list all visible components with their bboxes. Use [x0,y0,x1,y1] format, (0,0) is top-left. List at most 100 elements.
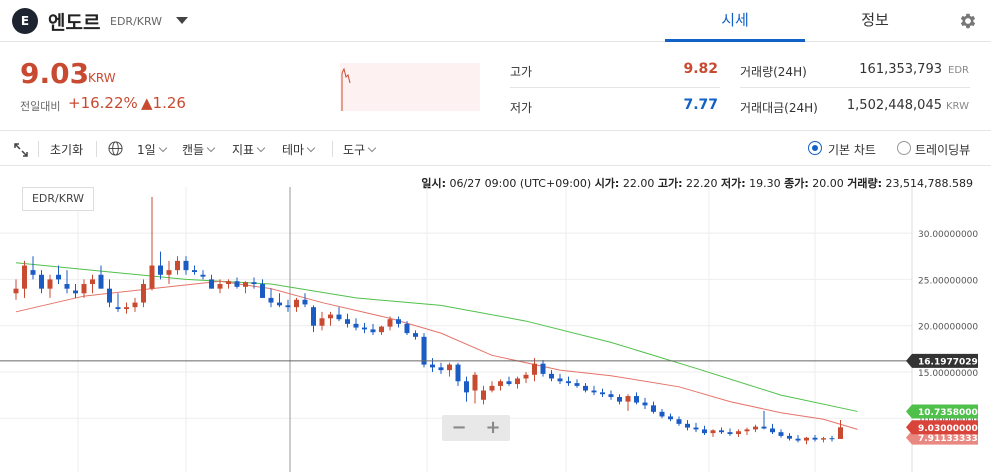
ma-short-line [15,280,858,430]
candle-body [481,390,486,400]
candle-body [608,394,614,397]
price-summary: 9.03 KRW 전일대비 +16.22% ▲1.26 고가 9.82 저가 7… [0,43,991,131]
indicators-select[interactable]: 지표 [232,141,266,158]
interval-label: 1일 [137,143,156,157]
candle-body [778,432,784,436]
candle-body [659,411,665,417]
candle-body [651,405,656,412]
candle-body [124,307,129,310]
candle-body [625,396,631,402]
candle-body [617,397,622,402]
tab-price[interactable]: 시세 [665,0,805,42]
mini-chart-line [341,67,351,111]
candle-body [302,299,308,305]
tradingview-label[interactable]: 트레이딩뷰 [915,141,970,158]
candle-body [319,318,325,326]
chevron-down-icon [158,143,167,153]
chart-pair-label: EDR/KRW [22,187,94,211]
candle-body [175,260,180,271]
price-unit: KRW [88,71,116,85]
coin-name[interactable]: 엔도르 [48,8,100,35]
change-label: 전일대비 [20,100,61,113]
candle-body [404,323,410,334]
theme-select[interactable]: 테마 [282,141,316,158]
candle-body [81,284,87,294]
last-price-tag-label: 9.03000000 [918,424,978,434]
candle-body [73,290,78,294]
candle-body [838,427,843,439]
reset-button[interactable]: 초기화 [50,141,83,158]
candle-body [540,363,546,374]
tools-label: 도구 [343,143,366,157]
candle-body [285,305,291,308]
candle-body [702,429,707,434]
candle-body [761,426,767,429]
zoom-in-button[interactable]: + [476,415,510,441]
candle-body [642,402,648,406]
amount-unit: KRW [946,101,969,112]
candle-body [243,282,248,287]
tradingview-radio[interactable] [897,141,911,155]
candle-body [812,437,818,440]
toolbar-separator [96,141,97,157]
candle-body [523,374,529,379]
candle-body [634,396,639,403]
candle-body [30,270,36,275]
toolbar-separator [332,141,333,157]
coin-pair[interactable]: EDR/KRW [110,15,162,28]
high-label: 고가 [510,65,533,79]
candle-body [736,431,741,435]
theme-label: 테마 [282,143,305,157]
ma-short-value-tag-label: 7.91133333 [918,434,978,444]
candle-body [217,284,223,289]
y-tick-label: 30.00000000 [918,230,978,240]
tab-info[interactable]: 정보 [805,0,945,42]
candle-body [362,327,367,330]
coin-header: E 엔도르 EDR/KRW 시세 정보 [0,0,991,42]
candle-body [200,274,206,277]
candle-body [464,381,469,393]
globe-icon[interactable] [108,141,123,156]
candle-body [829,438,835,440]
low-label: 저가 [510,101,533,115]
candle-body [251,282,257,285]
interval-select[interactable]: 1일 [137,141,167,158]
candle-body [489,385,495,391]
coin-logo-icon: E [12,8,38,34]
tools-select[interactable]: 도구 [343,141,377,158]
candle-body [506,381,512,385]
candle-body [115,307,121,310]
chart-type-select[interactable]: 캔들 [182,141,216,158]
amount-value: 1,502,448,045 [846,98,942,113]
expand-icon[interactable] [14,143,28,157]
low-value: 7.77 [683,97,718,113]
candle-body [472,374,478,391]
candle-body [132,302,138,308]
candle-body [192,270,197,272]
gear-icon[interactable] [958,11,978,31]
candle-body [268,297,274,303]
basic-chart-radio[interactable] [808,141,822,155]
candle-body [47,279,53,289]
crosshair-value-tag-label: 16.19770291 [918,357,984,367]
chevron-down-icon[interactable] [176,17,188,24]
candle-body [668,416,673,420]
divider [510,87,720,88]
candle-body [107,288,112,303]
chevron-down-icon [306,143,316,153]
price-chart[interactable]: 일시: 06/27 09:00 (UTC+09:00) 시가: 22.00 고가… [0,167,991,472]
current-price: 9.03 [20,57,90,90]
candle-body [149,265,155,289]
high-value: 9.82 [683,61,718,77]
y-tick-label: 20.00000000 [918,323,978,333]
zoom-out-button[interactable]: − [442,415,476,441]
candle-body [821,438,826,440]
candle-body [583,385,588,391]
candle-body [387,319,393,327]
candle-body [39,274,44,289]
candle-body [710,430,716,434]
ma-long-value-tag-label: 10.73580000 [918,408,984,418]
candle-body [209,279,214,289]
volume-value: 161,353,793 [859,62,942,77]
basic-chart-label[interactable]: 기본 차트 [828,141,876,158]
